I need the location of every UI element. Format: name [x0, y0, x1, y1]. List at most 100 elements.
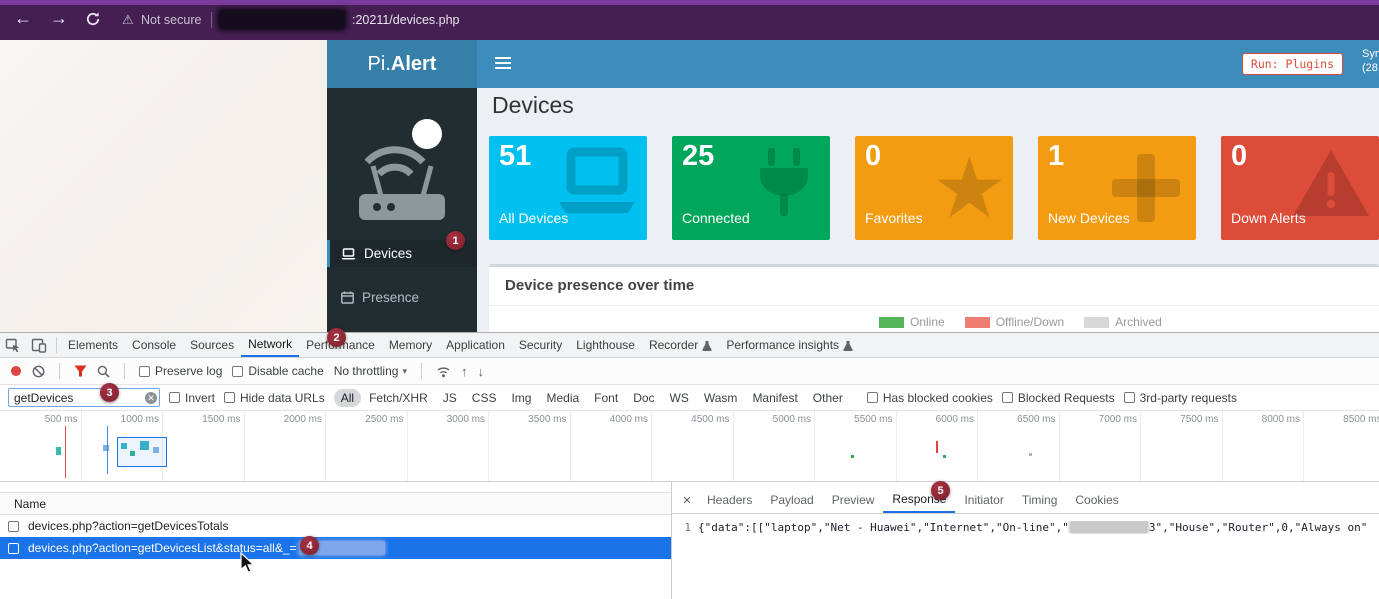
stat-card-new-devices[interactable]: 1 New Devices	[1038, 136, 1196, 240]
url-text[interactable]: :20211/devices.php	[352, 13, 460, 27]
detail-tab-initiator[interactable]: Initiator	[955, 488, 1012, 513]
throttling-dropdown[interactable]: No throttling ▾	[334, 364, 407, 378]
request-row[interactable]: devices.php?action=getDevicesTotals	[0, 515, 671, 537]
card-label: Favorites	[865, 210, 923, 226]
detail-tab-payload[interactable]: Payload	[761, 488, 822, 513]
sidebar-toggle-button[interactable]	[495, 57, 513, 72]
filter-pill-other[interactable]: Other	[806, 389, 850, 407]
panel-divider	[489, 305, 1379, 306]
sidebar-item-presence[interactable]: Presence	[327, 284, 477, 311]
request-list-header[interactable]: Name	[0, 492, 671, 515]
filter-pill-css[interactable]: CSS	[465, 389, 504, 407]
not-secure-label[interactable]: Not secure	[141, 13, 201, 27]
devtools-tab-application[interactable]: Application	[439, 333, 512, 357]
router-illustration	[339, 100, 465, 232]
devtools-tab-sources[interactable]: Sources	[183, 333, 241, 357]
devtools-tab-lighthouse[interactable]: Lighthouse	[569, 333, 642, 357]
response-prefix: {"data":[["laptop","Net - Huawei","Inter…	[698, 521, 1069, 534]
detail-tab-cookies[interactable]: Cookies	[1066, 488, 1127, 513]
request-checkbox[interactable]	[8, 521, 19, 532]
filter-input[interactable]	[8, 388, 160, 407]
request-checkbox[interactable]	[8, 543, 19, 554]
stat-card-down-alerts[interactable]: 0 Down Alerts	[1221, 136, 1379, 240]
legend-item-offline: Offline/Down	[965, 315, 1064, 329]
devtools-tab-recorder[interactable]: Recorder	[642, 333, 719, 357]
timeline-tick: 5000 ms	[734, 411, 816, 481]
mouse-cursor	[240, 552, 256, 574]
checkbox[interactable]	[139, 366, 150, 377]
device-toolbar-button[interactable]	[26, 333, 52, 357]
devtools-tab-console[interactable]: Console	[125, 333, 183, 357]
inspect-icon	[5, 337, 21, 353]
clear-filter-icon[interactable]: ✕	[145, 392, 157, 404]
browser-reload-button[interactable]	[85, 11, 101, 30]
device-toolbar-icon	[31, 337, 47, 353]
request-name-text: devices.php?action=getDevicesList&status…	[28, 541, 297, 555]
timeline-tick: 5500 ms	[815, 411, 897, 481]
experiment-icon	[843, 340, 853, 351]
record-network-log-button[interactable]	[10, 365, 22, 377]
checkbox[interactable]	[867, 392, 878, 403]
browser-back-button[interactable]: ←	[14, 9, 32, 27]
filter-toggle-button[interactable]	[74, 365, 87, 377]
filter-pill-media[interactable]: Media	[539, 389, 586, 407]
detail-tab-headers[interactable]: Headers	[698, 488, 761, 513]
reload-icon	[85, 11, 101, 27]
import-har-button[interactable]: ↑	[461, 364, 468, 379]
app-navbar: Run: Plugins Sym (28,	[477, 40, 1379, 88]
network-conditions-button[interactable]	[436, 365, 451, 378]
checkbox[interactable]	[169, 392, 180, 403]
filter-pill-wasm[interactable]: Wasm	[697, 389, 745, 407]
has-blocked-cookies-checkbox[interactable]: Has blocked cookies	[867, 391, 993, 405]
address-separator	[211, 12, 212, 28]
annotation-step-1: 1	[446, 231, 465, 250]
devtools-tab-memory[interactable]: Memory	[382, 333, 439, 357]
stat-card-connected[interactable]: 25 Connected	[672, 136, 830, 240]
checkbox[interactable]	[224, 392, 235, 403]
filter-pill-doc[interactable]: Doc	[626, 389, 661, 407]
archived-swatch	[1084, 317, 1109, 328]
checkbox[interactable]	[232, 366, 243, 377]
filter-pill-font[interactable]: Font	[587, 389, 625, 407]
run-plugins-button[interactable]: Run: Plugins	[1242, 53, 1343, 75]
name-column-header[interactable]: Name	[14, 497, 46, 511]
app-logo[interactable]: Pi.Alert	[327, 40, 477, 88]
export-har-button[interactable]: ↓	[477, 364, 484, 379]
navbar-truncated-text: Sym (28,	[1362, 47, 1379, 75]
detail-tab-preview[interactable]: Preview	[823, 488, 884, 513]
devtools-tab-security[interactable]: Security	[512, 333, 569, 357]
logo-bold: Alert	[391, 53, 437, 75]
stat-card-all-devices[interactable]: 51 All Devices	[489, 136, 647, 240]
devtools-tab-elements[interactable]: Elements	[61, 333, 125, 357]
hide-data-urls-checkbox[interactable]: Hide data URLs	[224, 391, 325, 405]
stat-card-favorites[interactable]: 0 Favorites ★	[855, 136, 1013, 240]
filter-pill-img[interactable]: Img	[504, 389, 538, 407]
checkbox[interactable]	[1124, 392, 1135, 403]
checkbox[interactable]	[1002, 392, 1013, 403]
filter-pill-js[interactable]: JS	[436, 389, 464, 407]
browser-forward-button[interactable]: →	[50, 9, 68, 27]
devtools-tab-network[interactable]: Network	[241, 333, 299, 357]
blocked-requests-checkbox[interactable]: Blocked Requests	[1002, 391, 1115, 405]
app-sidebar: Devices Presence	[327, 88, 477, 332]
invert-checkbox[interactable]: Invert	[169, 391, 215, 405]
close-detail-button[interactable]: ×	[676, 488, 698, 513]
experiment-icon	[702, 340, 712, 351]
filter-pill-ws[interactable]: WS	[663, 389, 696, 407]
devtools-tab-performance-insights[interactable]: Performance insights	[719, 333, 860, 357]
response-content[interactable]: 1 {"data":[["laptop","Net - Huawei","Int…	[672, 514, 1379, 534]
filter-pill-all[interactable]: All	[334, 389, 361, 407]
filter-pill-fetch-xhr[interactable]: Fetch/XHR	[362, 389, 435, 407]
request-row-selected[interactable]: devices.php?action=getDevicesList&status…	[0, 537, 671, 559]
inspect-element-button[interactable]	[0, 333, 26, 357]
detail-tab-timing[interactable]: Timing	[1013, 488, 1067, 513]
clear-network-log-button[interactable]	[32, 365, 45, 378]
checkbox-label: 3rd-party requests	[1140, 391, 1237, 405]
network-overview-timeline[interactable]: 500 ms 1000 ms 1500 ms 2000 ms 2500 ms 3…	[0, 411, 1379, 482]
preserve-log-checkbox[interactable]: Preserve log	[139, 364, 222, 378]
wifi-icon	[436, 365, 451, 378]
filter-pill-manifest[interactable]: Manifest	[745, 389, 804, 407]
disable-cache-checkbox[interactable]: Disable cache	[232, 364, 323, 378]
third-party-requests-checkbox[interactable]: 3rd-party requests	[1124, 391, 1237, 405]
search-button[interactable]	[97, 365, 110, 378]
